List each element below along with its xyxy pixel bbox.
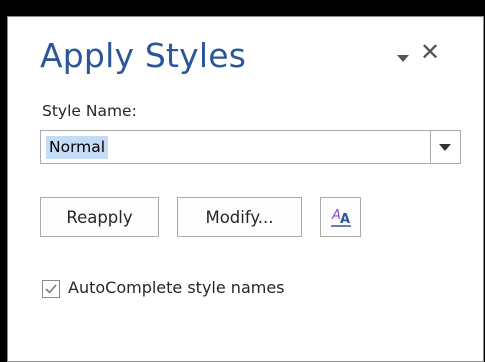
pane-title: Apply Styles — [40, 36, 247, 75]
style-name-label: Style Name: — [42, 102, 137, 120]
style-name-dropdown-button[interactable] — [430, 131, 460, 163]
manage-styles-button[interactable]: A A — [320, 197, 361, 237]
autocomplete-label[interactable]: AutoComplete style names — [68, 278, 285, 297]
chevron-down-icon — [397, 55, 409, 62]
checkmark-icon — [45, 284, 57, 294]
pane-options-button[interactable] — [396, 50, 410, 62]
dropdown-arrow-icon — [439, 144, 451, 151]
style-name-input[interactable]: Normal — [46, 136, 109, 159]
reapply-button[interactable]: Reapply — [40, 197, 159, 237]
close-icon[interactable]: ✕ — [420, 40, 440, 64]
svg-text:A: A — [340, 212, 350, 227]
modify-button[interactable]: Modify... — [177, 197, 302, 237]
style-name-combobox[interactable]: Normal — [40, 130, 461, 164]
manage-styles-icon: A A — [331, 208, 351, 227]
autocomplete-checkbox[interactable] — [42, 280, 60, 298]
